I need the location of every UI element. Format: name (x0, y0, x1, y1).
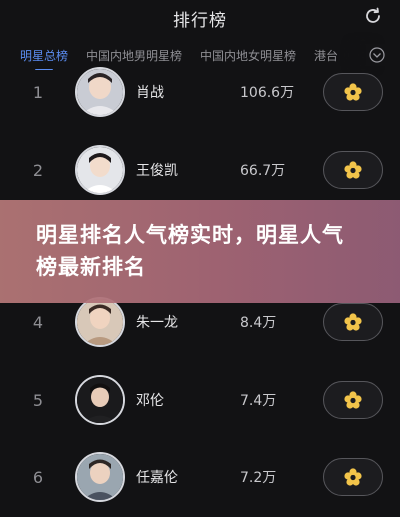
flower-vote-icon (344, 313, 362, 331)
flower-vote-icon (344, 391, 362, 409)
star-name: 朱一龙 (136, 315, 178, 331)
vote-button[interactable] (323, 458, 383, 496)
flower-vote-icon (344, 161, 362, 179)
rank-number: 4 (32, 312, 44, 332)
avatar[interactable] (75, 67, 125, 117)
avatar[interactable] (75, 375, 125, 425)
flower-vote-icon (344, 83, 362, 101)
flower-vote-icon (344, 468, 362, 486)
vote-button[interactable] (323, 381, 383, 419)
rank-number: 1 (32, 82, 44, 102)
rank-number: 2 (32, 160, 44, 180)
ranking-row[interactable]: 5 邓伦 7.4万 (0, 370, 400, 430)
tab-star-overall[interactable]: 明星总榜 (20, 47, 68, 70)
star-name: 肖战 (136, 85, 164, 101)
title-banner: 明星排名人气榜实时，明星人气榜最新排名 (0, 200, 400, 303)
vote-button[interactable] (323, 303, 383, 341)
banner-title: 明星排名人气榜实时，明星人气榜最新排名 (36, 223, 344, 279)
tab-mainland-male[interactable]: 中国内地男明星榜 (86, 47, 182, 64)
ranking-row[interactable]: 1 肖战 106.6万 (0, 62, 400, 122)
star-name: 王俊凯 (136, 163, 178, 179)
popularity-score: 106.6万 (240, 85, 295, 101)
popularity-score: 7.4万 (240, 393, 277, 409)
star-name: 任嘉伦 (136, 470, 178, 486)
star-name: 邓伦 (136, 393, 164, 409)
vote-button[interactable] (323, 73, 383, 111)
refresh-icon[interactable] (362, 5, 384, 27)
vote-button[interactable] (323, 151, 383, 189)
rank-number: 5 (32, 390, 44, 410)
rank-number: 6 (32, 467, 44, 487)
avatar[interactable] (75, 297, 125, 347)
ranking-row[interactable]: 6 任嘉伦 7.2万 (0, 447, 400, 507)
popularity-score: 66.7万 (240, 163, 286, 179)
tab-mainland-female[interactable]: 中国内地女明星榜 (200, 47, 296, 64)
avatar[interactable] (75, 452, 125, 502)
ranking-row[interactable]: 2 王俊凯 66.7万 (0, 140, 400, 200)
top-bar: 排行榜 (0, 0, 400, 36)
tab-hk-tw[interactable]: 港台 (314, 47, 338, 64)
page-title: 排行榜 (173, 10, 227, 31)
avatar[interactable] (75, 145, 125, 195)
popularity-score: 7.2万 (240, 470, 277, 486)
popularity-score: 8.4万 (240, 315, 277, 331)
